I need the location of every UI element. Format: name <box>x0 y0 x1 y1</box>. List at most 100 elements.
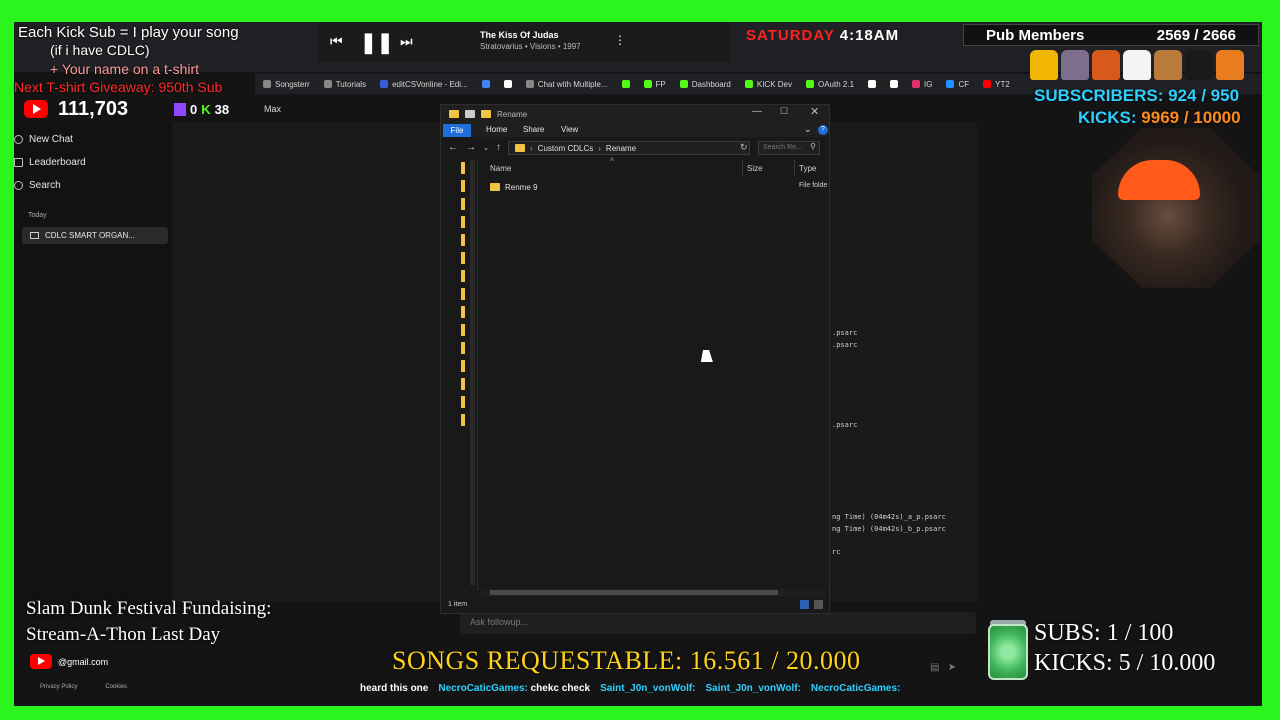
bookmark-item[interactable] <box>868 80 877 88</box>
pub-members-bar: Pub Members 2569 / 2666 <box>963 24 1259 46</box>
column-header-type[interactable]: Type <box>799 164 816 173</box>
bookmark-item[interactable] <box>621 80 630 88</box>
more-options-icon[interactable]: ⋮ <box>614 33 626 47</box>
youtube-viewer-count: 111,703 <box>58 98 129 120</box>
model-selector[interactable]: Max <box>264 104 281 114</box>
tshirt-image <box>1030 50 1058 80</box>
new-folder-icon[interactable] <box>481 110 491 118</box>
help-icon[interactable]: ? <box>818 125 828 135</box>
previous-track-button[interactable]: ⏮ <box>330 33 343 50</box>
close-button[interactable]: ✕ <box>810 105 819 118</box>
bookmark-icon <box>744 80 753 88</box>
column-divider[interactable] <box>794 160 795 176</box>
tab-view[interactable]: View <box>561 125 578 134</box>
up-arrow-icon[interactable]: ↑ <box>496 142 501 153</box>
tab-file[interactable]: File <box>443 124 471 137</box>
bookmark-icon <box>912 80 921 88</box>
tshirt-image <box>1185 50 1213 80</box>
properties-icon[interactable] <box>465 110 475 118</box>
ticker-message: heard this one <box>360 683 429 694</box>
chat-controls-icons[interactable]: ▤ ➤ <box>930 662 956 673</box>
address-bar[interactable]: › Custom CDLCs › Rename <box>508 141 750 155</box>
followup-input[interactable]: Ask followup... <box>460 612 976 634</box>
bookmark-item[interactable]: YT2 <box>983 80 1010 89</box>
minimize-button[interactable]: — <box>752 106 762 117</box>
tshirt-image <box>1154 50 1182 80</box>
tshirt-image <box>1123 50 1151 80</box>
scrollbar-thumb[interactable] <box>490 590 778 595</box>
subs-counter: SUBS: 1 / 100 <box>1034 620 1174 646</box>
bookmark-item[interactable]: OAuth 2.1 <box>806 80 854 89</box>
kick-sub-promo-line2: (if i have CDLC) <box>50 42 150 58</box>
recent-locations-icon[interactable]: ⌄ <box>483 144 489 152</box>
ticker-message: NecroCaticGames: <box>810 683 901 694</box>
folder-icon <box>515 144 525 152</box>
bookmark-icon <box>679 80 688 88</box>
bookmark-item[interactable]: Chat with Multiple... <box>525 80 608 89</box>
bookmark-icon <box>946 80 955 88</box>
column-divider[interactable] <box>742 160 743 176</box>
bookmark-item[interactable]: KICK Dev <box>744 79 792 89</box>
youtube-icon <box>24 100 48 118</box>
new-chat-label: New Chat <box>29 134 73 145</box>
fundraiser-subtitle: Stream-A-Thon Last Day <box>26 624 221 645</box>
tab-home[interactable]: Home <box>486 125 507 134</box>
bookmark-icon <box>503 80 512 88</box>
tiles-view-icon[interactable] <box>814 600 823 609</box>
new-chat-button[interactable]: New Chat <box>14 134 73 145</box>
column-header-size[interactable]: Size <box>747 164 763 173</box>
tshirt-image <box>1061 50 1089 80</box>
navigation-scrollbar[interactable] <box>470 160 475 585</box>
subscribers-goal: SUBSCRIBERS: 924 / 950 <box>1034 86 1240 105</box>
bookmark-item[interactable]: Dashboard <box>679 79 731 89</box>
next-track-button[interactable]: ⏭ <box>400 33 413 50</box>
bookmark-item[interactable]: IG <box>912 80 932 89</box>
bookmark-label: KICK Dev <box>756 79 792 89</box>
bookmark-icon <box>806 80 814 88</box>
bookmark-label: editCSVonline - Edi... <box>392 79 468 89</box>
tab-share[interactable]: Share <box>523 125 544 134</box>
bookmark-item[interactable]: Songsterr <box>263 80 310 89</box>
maximize-button[interactable]: ☐ <box>780 106 788 117</box>
search-button[interactable]: Search <box>14 180 61 191</box>
breadcrumb-rename[interactable]: Rename <box>606 144 636 153</box>
bookmark-item[interactable] <box>890 80 899 88</box>
bookmark-item[interactable]: Tutorials <box>323 80 366 89</box>
song-artist: Stratovarius • Visions • 1997 <box>480 42 581 51</box>
leaderboard-button[interactable]: Leaderboard <box>14 157 86 168</box>
bookmark-label: Dashboard <box>691 79 731 89</box>
privacy-policy-link[interactable]: Privacy Policy <box>40 684 77 690</box>
bookmark-item[interactable] <box>503 80 512 88</box>
bookmark-item[interactable]: FP <box>643 80 666 89</box>
chat-output-line: ng Time) (04m42s)_b_p.psarc <box>832 525 946 533</box>
ticker-message: NecroCaticGames: chekc check <box>438 683 591 694</box>
bookmark-item[interactable]: editCSVonline - Edi... <box>380 80 468 89</box>
kick-viewer-count: 38 <box>214 102 230 117</box>
navigation-folder-icons <box>461 162 465 427</box>
chat-history-item[interactable]: CDLC SMART ORGAN... <box>22 227 168 244</box>
contact-row: @gmail.com <box>30 654 108 669</box>
bookmark-item[interactable] <box>481 80 490 88</box>
today-heading: Today <box>28 212 47 219</box>
search-label: Search <box>29 180 61 191</box>
column-header-name[interactable]: Name <box>490 164 511 173</box>
bookmark-item[interactable]: CF <box>946 80 969 89</box>
file-row[interactable]: Renme 9 <box>490 180 820 194</box>
leaderboard-label: Leaderboard <box>29 157 86 168</box>
bookmark-label: Songsterr <box>275 79 310 89</box>
bookmark-icon <box>481 80 490 88</box>
chevron-down-icon[interactable]: ⌄ <box>804 124 812 135</box>
bookmark-icon <box>643 80 652 88</box>
bookmark-icon <box>890 80 899 88</box>
twitch-viewer-count: 0 <box>190 102 198 117</box>
back-arrow-icon[interactable]: ← <box>448 142 458 153</box>
forward-arrow-icon[interactable]: → <box>466 142 476 153</box>
status-bar <box>441 598 829 612</box>
bookmark-icon <box>380 80 389 88</box>
breadcrumb-custom-cdlcs[interactable]: Custom CDLCs <box>538 144 594 153</box>
details-view-icon[interactable] <box>800 600 809 609</box>
pause-button[interactable]: ❚❚ <box>360 30 394 55</box>
sort-caret-icon: ˄ <box>610 157 615 164</box>
refresh-icon[interactable]: ↻ <box>740 142 748 153</box>
cookies-link[interactable]: Cookies <box>105 684 127 690</box>
